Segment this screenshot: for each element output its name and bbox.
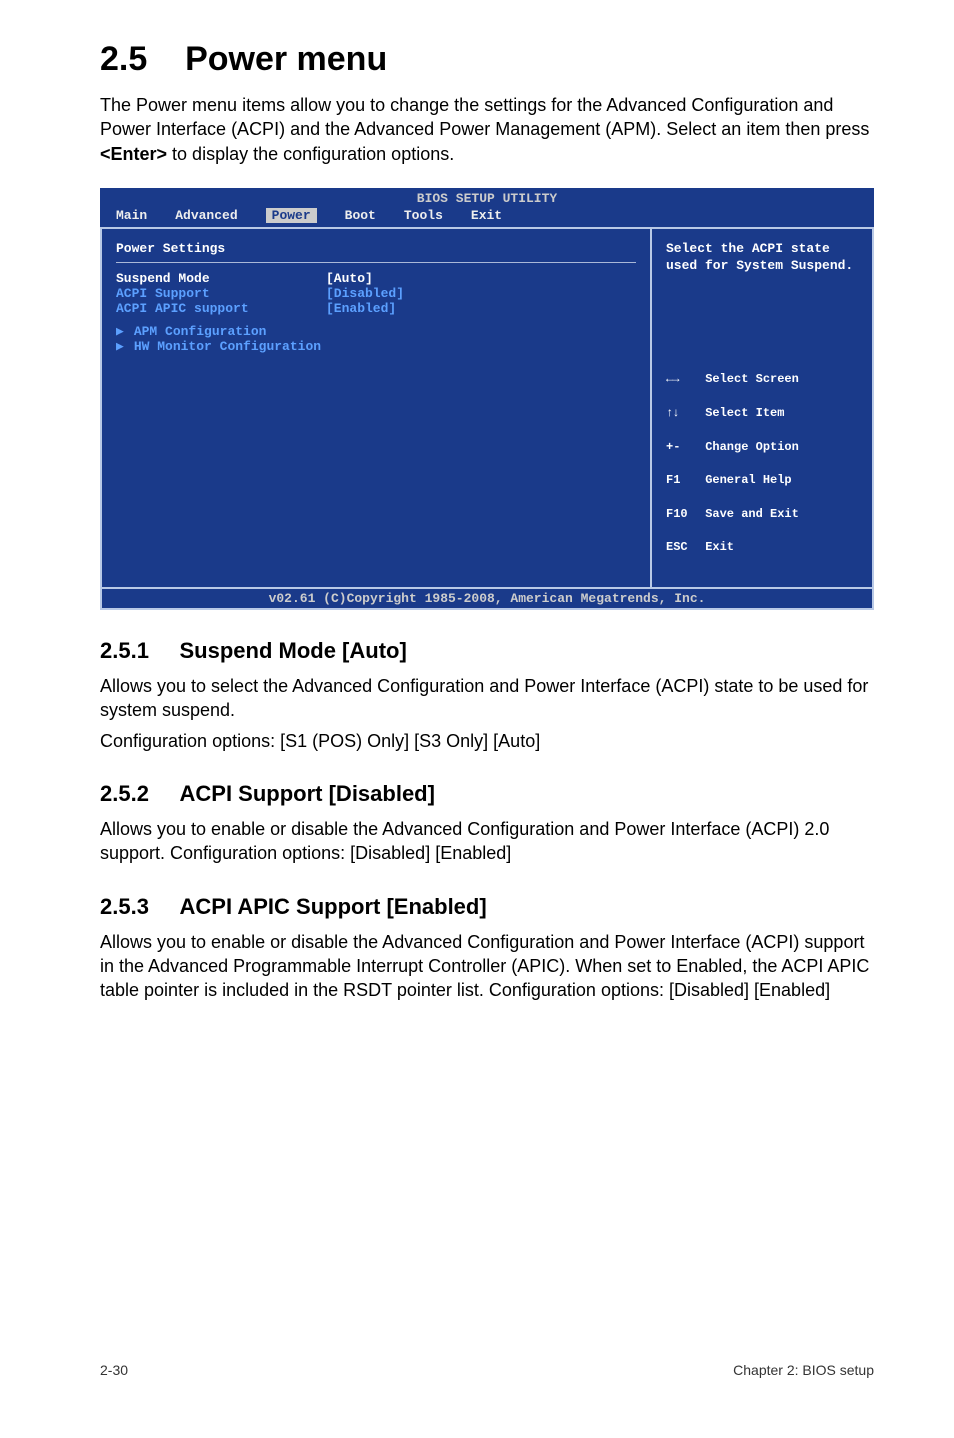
bios-left-panel: Power Settings Suspend Mode [Auto] ACPI … [102,229,652,587]
row-label: Suspend Mode [116,271,326,286]
row-label: ACPI APIC support [116,301,326,316]
subsection-title: ACPI APIC Support [Enabled] [180,894,487,919]
bios-submenu-block: ▶ APM Configuration ▶ HW Monitor Configura… [116,324,636,354]
body-paragraph: Configuration options: [S1 (POS) Only] [… [100,729,874,753]
page-number: 2-30 [100,1362,128,1378]
row-value: [Enabled] [326,301,396,316]
menu-exit: Exit [471,208,502,223]
bios-right-panel: Select the ACPI state used for System Su… [652,229,872,587]
section-title-text: Power menu [185,40,387,78]
subsection-heading-252: 2.5.2 ACPI Support [Disabled] [100,781,874,807]
menu-main: Main [116,208,147,223]
subsection-title: ACPI Support [Disabled] [180,781,435,806]
menu-power: Power [266,208,317,223]
section-number: 2.5 [100,40,147,78]
bios-row-suspend: Suspend Mode [Auto] [116,271,636,286]
subsection-number: 2.5.1 [100,638,149,663]
key-arrows-ud: ↑↓ [666,405,698,422]
key-desc: Select Screen [705,372,799,386]
key-desc: General Help [705,473,791,487]
submenu-label: APM Configuration [134,324,267,339]
page-footer: 2-30 Chapter 2: BIOS setup [100,1362,874,1378]
bios-body: Power Settings Suspend Mode [Auto] ACPI … [100,227,874,587]
row-value: [Auto] [326,271,373,286]
row-value: [Disabled] [326,286,404,301]
bios-help-keys: ←→ Select Screen ↑↓ Select Item +- Chang… [666,355,858,573]
key-desc: Save and Exit [705,507,799,521]
key-plusminus: +- [666,439,698,456]
bios-panel-header: Power Settings [116,241,636,256]
bios-title: BIOS SETUP UTILITY [100,188,874,206]
key-f1: F1 [666,472,698,489]
subsection-number: 2.5.2 [100,781,149,806]
body-paragraph: Allows you to enable or disable the Adva… [100,817,874,866]
bios-row-acpi-apic: ACPI APIC support [Enabled] [116,301,636,316]
bios-top-menu: Main Advanced Power Boot Tools Exit [100,206,874,227]
chapter-label: Chapter 2: BIOS setup [733,1362,874,1378]
subsection-number: 2.5.3 [100,894,149,919]
key-desc: Exit [705,540,734,554]
submenu-label: HW Monitor Configuration [134,339,321,354]
subsection-title: Suspend Mode [Auto] [180,638,407,663]
key-desc: Change Option [705,440,799,454]
triangle-icon: ▶ [116,339,124,354]
submenu-hwmonitor: ▶ HW Monitor Configuration [116,339,636,354]
bios-screenshot: BIOS SETUP UTILITY Main Advanced Power B… [100,188,874,610]
bios-help-text: Select the ACPI state used for System Su… [666,241,858,275]
menu-tools: Tools [404,208,443,223]
body-paragraph: Allows you to enable or disable the Adva… [100,930,874,1003]
row-label: ACPI Support [116,286,326,301]
menu-advanced: Advanced [175,208,237,223]
subsection-heading-253: 2.5.3 ACPI APIC Support [Enabled] [100,894,874,920]
key-arrows-lr: ←→ [666,371,698,388]
intro-paragraph: The Power menu items allow you to change… [100,93,874,166]
bios-footer: v02.61 (C)Copyright 1985-2008, American … [100,587,874,610]
subsection-heading-251: 2.5.1 Suspend Mode [Auto] [100,638,874,664]
menu-boot: Boot [345,208,376,223]
key-esc: ESC [666,539,698,556]
key-desc: Select Item [705,406,784,420]
submenu-apm: ▶ APM Configuration [116,324,636,339]
section-title: 2.5 Power menu [100,40,874,79]
triangle-icon: ▶ [116,324,124,339]
key-f10: F10 [666,506,698,523]
bios-row-acpi-support: ACPI Support [Disabled] [116,286,636,301]
bios-divider [116,262,636,263]
body-paragraph: Allows you to select the Advanced Config… [100,674,874,723]
